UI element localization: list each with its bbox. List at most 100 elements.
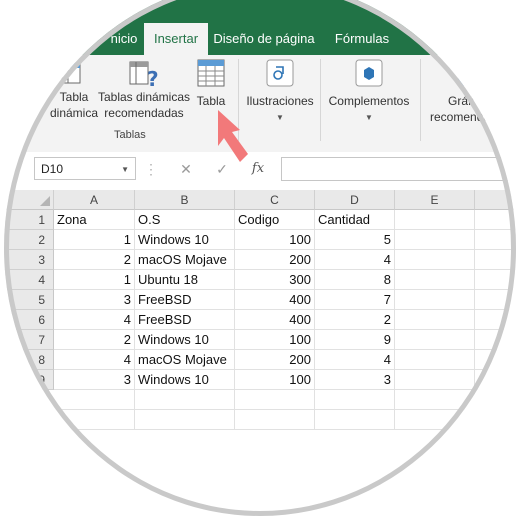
cell-d6[interactable]: 2 [315, 310, 395, 330]
cell-b3[interactable]: macOS Mojave [135, 250, 235, 270]
cell-c9[interactable]: 100 [235, 370, 315, 390]
tab-inicio[interactable]: nicio [104, 23, 144, 55]
cell-f2[interactable] [475, 230, 516, 250]
cell-e8[interactable] [395, 350, 475, 370]
cancel-icon[interactable]: ✕ [174, 157, 198, 181]
cell-f8[interactable] [475, 350, 516, 370]
name-box[interactable]: D10 ▼ [34, 157, 136, 180]
empty-row-cell[interactable] [395, 410, 475, 430]
name-box-dropdown-icon[interactable]: ▼ [121, 158, 129, 181]
cell-b1[interactable]: O.S [135, 210, 235, 230]
cell-d3[interactable]: 4 [315, 250, 395, 270]
empty-row-cell[interactable] [54, 390, 135, 410]
column-header-d[interactable]: D [315, 190, 395, 210]
cell-a3[interactable]: 2 [54, 250, 135, 270]
cell-c4[interactable]: 300 [235, 270, 315, 290]
cell-d9[interactable]: 3 [315, 370, 395, 390]
empty-row-cell[interactable] [315, 410, 395, 430]
row-header[interactable]: 6 [4, 310, 54, 330]
cell-b8[interactable]: macOS Mojave [135, 350, 235, 370]
cell-a8[interactable]: 4 [54, 350, 135, 370]
cell-c5[interactable]: 400 [235, 290, 315, 310]
empty-row-cell[interactable] [54, 410, 135, 430]
empty-row-cell[interactable] [315, 390, 395, 410]
cell-b2[interactable]: Windows 10 [135, 230, 235, 250]
cell-c1[interactable]: Codigo [235, 210, 315, 230]
cell-e3[interactable] [395, 250, 475, 270]
select-all-triangle-icon [40, 196, 50, 206]
row-header[interactable]: 8 [4, 350, 54, 370]
illustrations-icon [266, 59, 294, 87]
column-header-c[interactable]: C [235, 190, 315, 210]
row-header[interactable]: 9 [4, 370, 54, 390]
cell-c6[interactable]: 400 [235, 310, 315, 330]
cell-a2[interactable]: 1 [54, 230, 135, 250]
cell-e7[interactable] [395, 330, 475, 350]
cell-d7[interactable]: 9 [315, 330, 395, 350]
spreadsheet-grid[interactable]: A B C D E 1 Zona O.S Codigo Cantidad 2 1… [4, 190, 516, 510]
empty-row-cell[interactable] [395, 390, 475, 410]
cell-d2[interactable]: 5 [315, 230, 395, 250]
cell-a6[interactable]: 4 [54, 310, 135, 330]
cell-f1[interactable] [475, 210, 516, 230]
cell-f9[interactable] [475, 370, 516, 390]
empty-row-cell[interactable] [135, 410, 235, 430]
cell-f6[interactable] [475, 310, 516, 330]
cell-e1[interactable] [395, 210, 475, 230]
recommended-charts-button[interactable]: Gráfi recomenda [424, 55, 516, 125]
empty-row-cell[interactable] [235, 390, 315, 410]
cell-a4[interactable]: 1 [54, 270, 135, 290]
cell-f7[interactable] [475, 330, 516, 350]
tab-insertar[interactable]: Insertar [144, 23, 208, 55]
cell-c7[interactable]: 100 [235, 330, 315, 350]
column-header-e[interactable]: E [395, 190, 475, 210]
empty-row-cell[interactable] [135, 390, 235, 410]
cell-d5[interactable]: 7 [315, 290, 395, 310]
tab-formulas[interactable]: Fórmulas [326, 23, 398, 55]
cell-f4[interactable] [475, 270, 516, 290]
cell-b6[interactable]: FreeBSD [135, 310, 235, 330]
add-ins-button[interactable]: Complementos ▼ [324, 55, 414, 122]
column-header-a[interactable]: A [54, 190, 135, 210]
column-header-f[interactable] [475, 190, 516, 210]
column-header-b[interactable]: B [135, 190, 235, 210]
cell-a7[interactable]: 2 [54, 330, 135, 350]
cell-c2[interactable]: 100 [235, 230, 315, 250]
row-header[interactable]: 3 [4, 250, 54, 270]
cell-b5[interactable]: FreeBSD [135, 290, 235, 310]
cell-f3[interactable] [475, 250, 516, 270]
formula-input[interactable] [281, 157, 516, 181]
cell-e2[interactable] [395, 230, 475, 250]
cell-d1[interactable]: Cantidad [315, 210, 395, 230]
cell-a9[interactable]: 3 [54, 370, 135, 390]
cell-b4[interactable]: Ubuntu 18 [135, 270, 235, 290]
cell-e4[interactable] [395, 270, 475, 290]
cell-e5[interactable] [395, 290, 475, 310]
row-header[interactable]: 7 [4, 330, 54, 350]
pivot-table-button[interactable]: Tabla dinámica [46, 55, 102, 121]
cell-d8[interactable]: 4 [315, 350, 395, 370]
row-header[interactable]: 2 [4, 230, 54, 250]
tab-diseno-de-pagina[interactable]: Diseño de página [210, 23, 318, 55]
ribbon-tab-bar: nicio Insertar Diseño de página Fórmulas [4, 0, 516, 55]
select-all-corner[interactable] [4, 190, 54, 210]
cell-b9[interactable]: Windows 10 [135, 370, 235, 390]
recommended-pivot-tables-button[interactable]: ? Tablas dinámicas recomendadas [96, 55, 192, 121]
cell-c3[interactable]: 200 [235, 250, 315, 270]
cell-f5[interactable] [475, 290, 516, 310]
empty-row-cell[interactable] [235, 410, 315, 430]
recommended-charts-label-2: recomenda [430, 110, 491, 124]
cell-a1[interactable]: Zona [54, 210, 135, 230]
cell-a5[interactable]: 3 [54, 290, 135, 310]
row-header[interactable]: 1 [4, 210, 54, 230]
illustrations-button[interactable]: Ilustraciones ▼ [242, 55, 318, 122]
cell-e6[interactable] [395, 310, 475, 330]
pivot-table-icon [61, 62, 81, 84]
cell-b7[interactable]: Windows 10 [135, 330, 235, 350]
cell-e9[interactable] [395, 370, 475, 390]
row-header[interactable]: 4 [4, 270, 54, 290]
row-header[interactable]: 5 [4, 290, 54, 310]
table-button[interactable]: Tabla [190, 55, 232, 109]
cell-c8[interactable]: 200 [235, 350, 315, 370]
cell-d4[interactable]: 8 [315, 270, 395, 290]
